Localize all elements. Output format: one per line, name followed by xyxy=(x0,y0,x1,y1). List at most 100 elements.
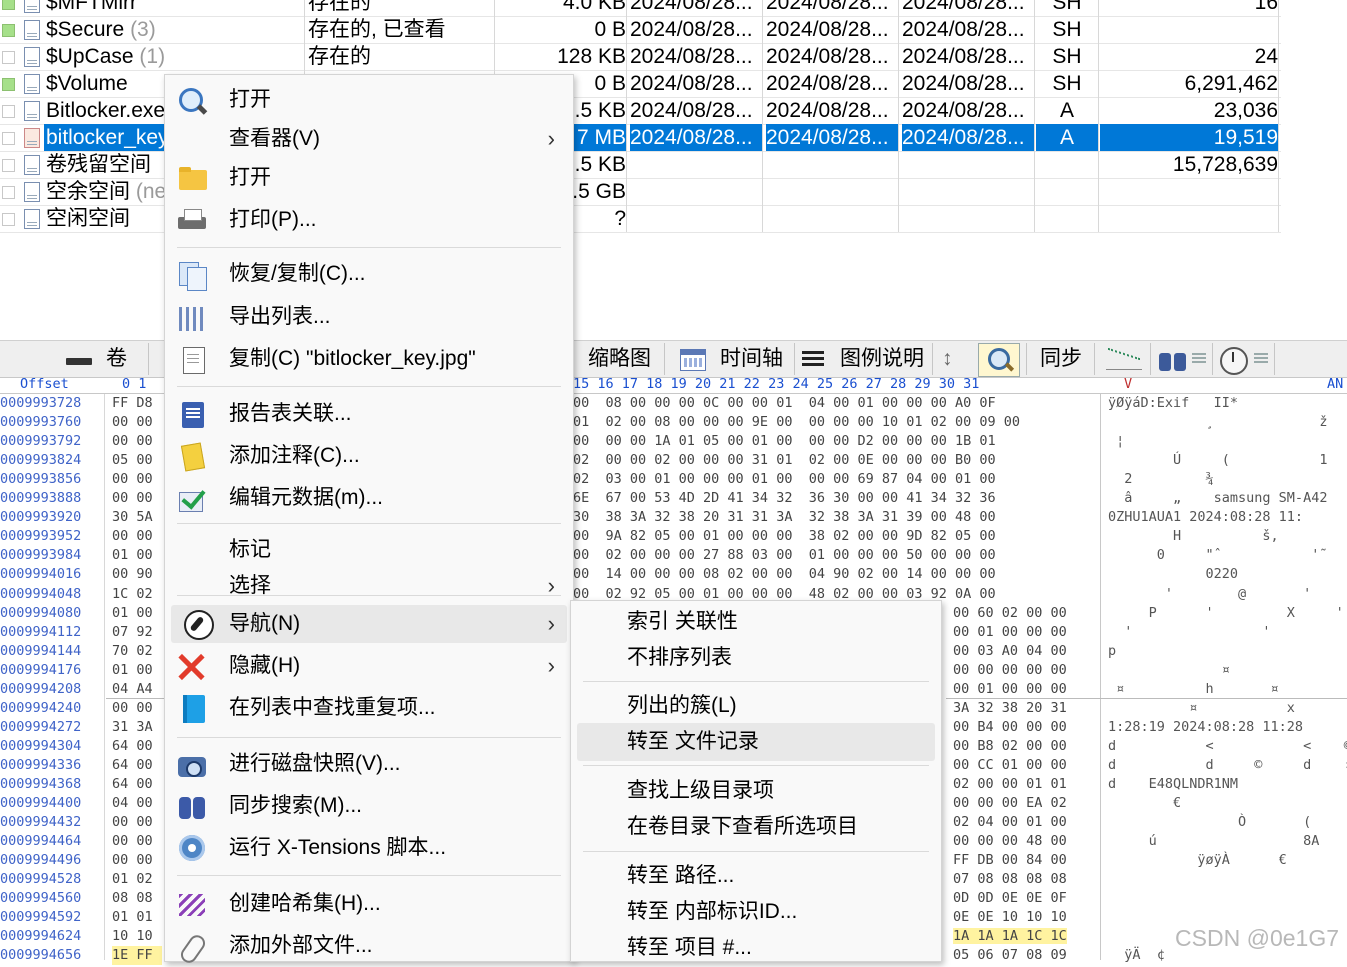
file-icon xyxy=(24,155,40,175)
row-checkbox[interactable] xyxy=(2,186,15,199)
disk-snapshot-item[interactable]: 进行磁盘快照(V)... xyxy=(165,745,573,783)
submenu-item-label: 转至 文件记录 xyxy=(627,730,759,753)
goto-path-item[interactable]: 转至 路径... xyxy=(571,857,941,895)
hex-offset: 0009994624 xyxy=(0,928,82,945)
edit-metadata-item[interactable]: 编辑元数据(m)... xyxy=(165,479,573,517)
add-comment-item[interactable]: 添加注释(C)... xyxy=(165,437,573,475)
unsorted-list-item[interactable]: 不排序列表 xyxy=(571,639,941,677)
context-menu: 打开 查看器(V) › 打开 打印(P)... 恢复/复制(C)... 导出列表... 复制(… xyxy=(164,74,574,962)
hide-item[interactable]: 隐藏(H) › xyxy=(165,647,573,685)
find-icon[interactable] xyxy=(978,343,1020,377)
accessed-date xyxy=(902,178,1035,205)
copy-filename-item[interactable]: 复制(C) "bitlocker_key.jpg" xyxy=(165,340,573,378)
view-in-volume-dir-item[interactable]: 在卷目录下查看所选项目 xyxy=(571,808,941,846)
menu-separator xyxy=(583,851,929,852)
row-checkbox[interactable] xyxy=(2,105,15,118)
row-checkbox[interactable] xyxy=(2,159,15,172)
modified-date: 2024/08/28... xyxy=(766,124,899,151)
created-date: 2024/08/28... xyxy=(630,124,763,151)
print-item[interactable]: 打印(P)... xyxy=(165,201,573,239)
row-checkbox[interactable] xyxy=(2,51,15,64)
thumbnail-tab[interactable]: 缩略图 xyxy=(588,341,651,377)
open-folder-item[interactable]: 打开 xyxy=(165,159,573,197)
sync-search-item[interactable]: 同步搜索(M)... xyxy=(165,787,573,825)
document-icon xyxy=(175,345,209,374)
hex-offset: 0009994400 xyxy=(0,795,82,812)
menu-item-label: 查看器(V) xyxy=(229,127,320,150)
sync-button-label: 同步 xyxy=(1040,347,1082,370)
timeline-tab[interactable]: 时间轴 xyxy=(676,341,788,377)
timeline-tab-label: 时间轴 xyxy=(720,347,783,370)
file-size: 0 B xyxy=(494,16,627,43)
file-icon xyxy=(24,74,40,94)
file-id: 23,036 xyxy=(1100,97,1279,124)
report-table-item[interactable]: 报告表关联... xyxy=(165,395,573,433)
select-item[interactable]: 选择 › xyxy=(165,567,573,605)
file-row[interactable]: $MFTMirr 存在的 4.0 KB 2024/08/28... 2024/08/2… xyxy=(0,0,1281,17)
hex-bytes-right: 02 00 00 02 00 00 00 31 01 02 00 0E 00 0… xyxy=(573,452,996,469)
text-col-header: V xyxy=(1124,376,1133,392)
sort-toggle[interactable]: ↕ xyxy=(942,341,953,377)
hex-offset: 0009994656 xyxy=(0,947,82,964)
file-row[interactable]: $Secure (3) 存在的, 已查看 0 B 2024/08/28... 2024/… xyxy=(0,16,1281,44)
goto-file-record-item[interactable]: 转至 文件记录 xyxy=(577,723,935,761)
goto-item-number-item[interactable]: 转至 项目 #... xyxy=(571,929,941,967)
file-size: 128 KB xyxy=(494,43,627,70)
find-duplicates-item[interactable]: 在列表中查找重复项... xyxy=(165,689,573,727)
menu-separator xyxy=(583,765,929,766)
find-parent-dir-item[interactable]: 查找上级目录项 xyxy=(571,772,941,810)
row-checkbox[interactable] xyxy=(2,132,15,145)
row-checkbox[interactable] xyxy=(2,78,15,91)
volume-tab-label: 卷 xyxy=(106,347,127,370)
hex-bytes-left: 00 00 xyxy=(112,414,153,431)
export-list-item[interactable]: 导出列表... xyxy=(165,298,573,336)
modified-date xyxy=(766,205,899,232)
legend-tab[interactable]: 图例说明 xyxy=(802,341,928,377)
hex-offset: 0009993728 xyxy=(0,395,82,411)
binoculars-icon[interactable] xyxy=(1158,347,1188,371)
hex-bytes-left: 1E FF xyxy=(112,946,162,966)
menu-item-label: 打印(P)... xyxy=(229,208,317,231)
sync-button[interactable]: 同步 xyxy=(1040,341,1082,377)
recover-copy-item[interactable]: 恢复/复制(C)... xyxy=(165,255,573,293)
listed-clusters-item[interactable]: 列出的簇(L) xyxy=(571,687,941,725)
hex-bytes-left: 64 00 xyxy=(112,776,153,792)
hex-bytes-right: 00 00 00 EA 02 xyxy=(953,795,1067,812)
hex-bytes-left: 08 08 xyxy=(112,890,153,907)
index-association-item[interactable]: 索引 关联性 xyxy=(571,603,941,641)
file-id xyxy=(1100,178,1279,205)
clock-icon[interactable] xyxy=(1220,347,1248,375)
create-hash-set-item[interactable]: 创建哈希集(H)... xyxy=(165,885,573,923)
open-item[interactable]: 打开 xyxy=(165,81,573,119)
row-checkbox[interactable] xyxy=(2,24,15,37)
row-checkbox[interactable] xyxy=(2,0,15,10)
accessed-date: 2024/08/28... xyxy=(902,70,1035,97)
legend-tab-label: 图例说明 xyxy=(840,347,924,370)
file-id: 15,728,639 xyxy=(1100,151,1279,178)
hex-text: € xyxy=(1108,795,1182,812)
hex-bytes-right: 01 02 00 08 00 00 00 9E 00 00 00 00 10 0… xyxy=(573,414,1021,431)
tag-item[interactable]: 标记 xyxy=(165,531,573,569)
file-row[interactable]: $UpCase (1) 存在的 128 KB 2024/08/28... 2024/08… xyxy=(0,43,1281,71)
hex-offset: 0009993792 xyxy=(0,433,82,450)
export-list-icon xyxy=(175,303,209,331)
menu-item-label: 编辑元数据(m)... xyxy=(229,486,383,509)
goto-internal-id-item[interactable]: 转至 内部标识ID... xyxy=(571,893,941,931)
add-external-file-item[interactable]: 添加外部文件... xyxy=(165,927,573,965)
chevron-right-icon: › xyxy=(547,126,555,151)
run-xtensions-item[interactable]: 运行 X-Tensions 脚本... xyxy=(165,829,573,867)
hex-offset: 0009994208 xyxy=(0,680,82,697)
navigation-item[interactable]: 导航(N) › xyxy=(171,605,567,643)
volume-tab[interactable]: 卷 xyxy=(14,341,146,377)
graph-icon[interactable] xyxy=(1106,349,1142,370)
hex-bytes-left: 00 00 xyxy=(112,471,153,488)
navigation-submenu: 索引 关联性 不排序列表列出的簇(L) 转至 文件记录查找上级目录项 在卷目录下查看所… xyxy=(570,600,942,962)
row-checkbox[interactable] xyxy=(2,213,15,226)
hex-text: Ò ( xyxy=(1108,814,1312,831)
menu-separator xyxy=(177,595,561,596)
hex-text: 0 "ˆ '˜ xyxy=(1108,547,1328,564)
viewer-item[interactable]: 查看器(V) › xyxy=(165,120,573,158)
menu-separator xyxy=(583,681,929,682)
compass-icon xyxy=(181,610,215,640)
drive-icon xyxy=(66,358,92,365)
